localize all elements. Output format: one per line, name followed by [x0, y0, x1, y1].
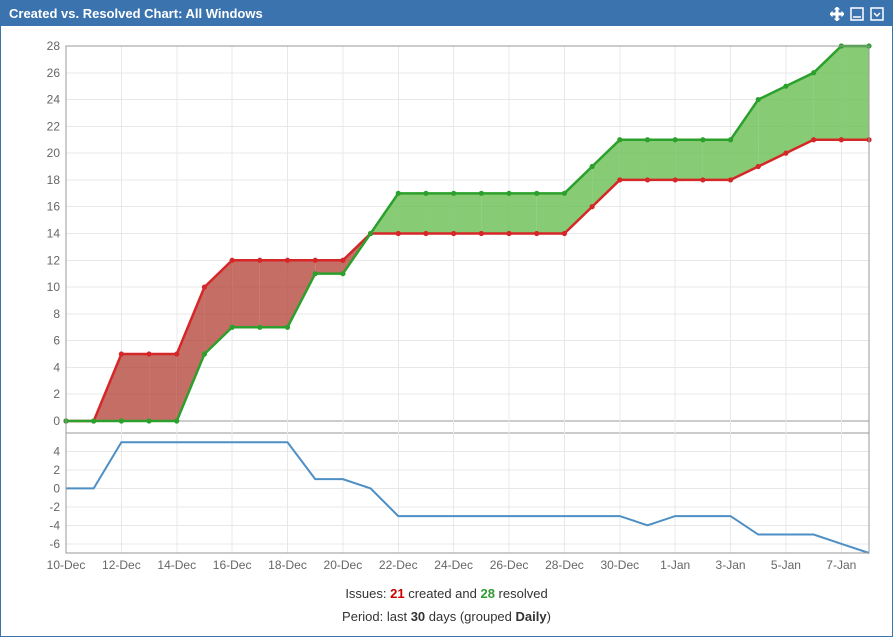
svg-text:26: 26 — [47, 66, 61, 80]
svg-text:0: 0 — [53, 414, 60, 428]
svg-text:0: 0 — [53, 481, 60, 495]
svg-text:2: 2 — [53, 387, 60, 401]
svg-text:18-Dec: 18-Dec — [268, 558, 307, 572]
svg-text:-6: -6 — [49, 537, 60, 551]
expand-icon[interactable] — [870, 7, 884, 21]
minimize-icon[interactable] — [850, 7, 864, 21]
move-icon[interactable] — [830, 7, 844, 21]
svg-text:24: 24 — [47, 93, 61, 107]
svg-text:28-Dec: 28-Dec — [545, 558, 584, 572]
svg-text:14: 14 — [47, 227, 61, 241]
svg-text:12-Dec: 12-Dec — [102, 558, 141, 572]
svg-text:2: 2 — [53, 463, 60, 477]
svg-text:22-Dec: 22-Dec — [379, 558, 418, 572]
svg-text:28: 28 — [47, 39, 61, 53]
svg-text:7-Jan: 7-Jan — [826, 558, 856, 572]
svg-text:20-Dec: 20-Dec — [324, 558, 363, 572]
svg-text:10-Dec: 10-Dec — [47, 558, 86, 572]
chart-svg: 0246810121416182022242628-6-4-202410-Dec… — [11, 36, 884, 578]
svg-text:-4: -4 — [49, 518, 60, 532]
period-caption: Period: last 30 days (grouped Daily) — [11, 609, 882, 624]
svg-text:5-Jan: 5-Jan — [771, 558, 801, 572]
svg-text:8: 8 — [53, 307, 60, 321]
svg-text:24-Dec: 24-Dec — [434, 558, 473, 572]
svg-text:18: 18 — [47, 173, 61, 187]
svg-text:12: 12 — [47, 253, 61, 267]
chart-panel: Created vs. Resolved Chart: All Windows … — [0, 0, 893, 637]
svg-text:4: 4 — [53, 444, 60, 458]
svg-text:10: 10 — [47, 280, 61, 294]
svg-text:4: 4 — [53, 360, 60, 374]
svg-text:14-Dec: 14-Dec — [157, 558, 196, 572]
period-days: 30 — [411, 609, 425, 624]
svg-text:20: 20 — [47, 146, 61, 160]
svg-text:26-Dec: 26-Dec — [490, 558, 529, 572]
svg-text:16-Dec: 16-Dec — [213, 558, 252, 572]
svg-text:-2: -2 — [49, 500, 60, 514]
period-group: Daily — [516, 609, 547, 624]
panel-title: Created vs. Resolved Chart: All Windows — [9, 6, 263, 21]
svg-text:22: 22 — [47, 119, 61, 133]
panel-header: Created vs. Resolved Chart: All Windows — [1, 1, 892, 26]
svg-text:6: 6 — [53, 334, 60, 348]
svg-text:1-Jan: 1-Jan — [660, 558, 690, 572]
panel-body: 0246810121416182022242628-6-4-202410-Dec… — [1, 26, 892, 636]
created-count: 21 — [390, 586, 404, 601]
resolved-count: 28 — [480, 586, 494, 601]
svg-text:30-Dec: 30-Dec — [600, 558, 639, 572]
issues-caption: Issues: 21 created and 28 resolved — [11, 586, 882, 601]
panel-header-controls — [830, 7, 884, 21]
svg-text:16: 16 — [47, 200, 61, 214]
svg-text:3-Jan: 3-Jan — [716, 558, 746, 572]
